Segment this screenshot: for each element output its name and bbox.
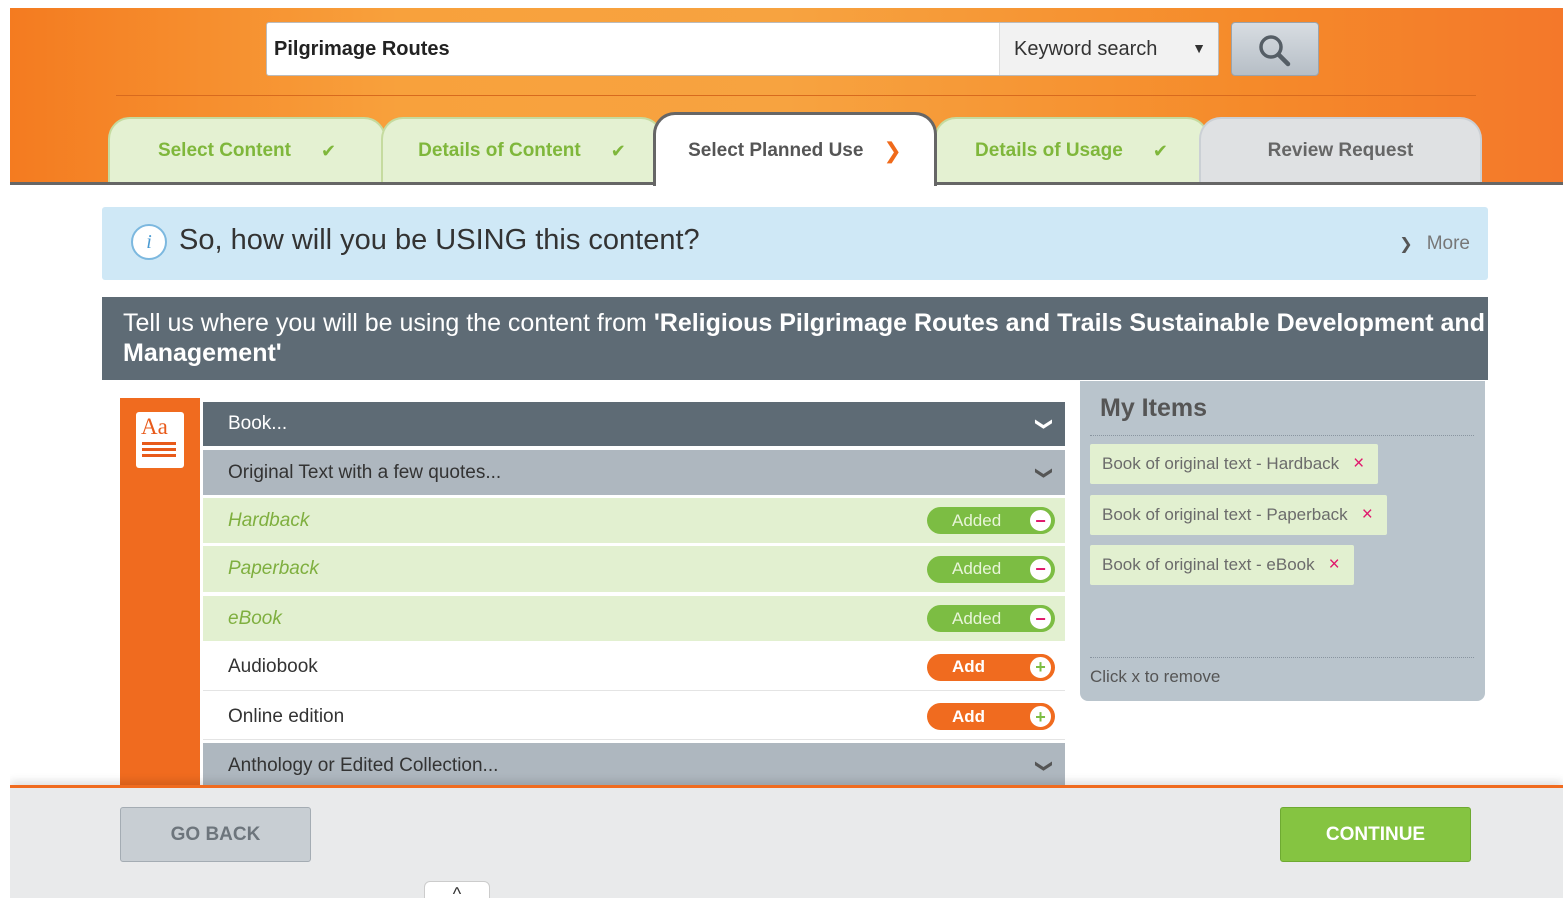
tab-select-planned-use[interactable]: Select Planned Use ❯ xyxy=(653,112,937,186)
scroll-top-button[interactable]: ^ xyxy=(424,881,490,898)
tab-label: Details of Usage xyxy=(975,140,1123,161)
list-item: Paperback Added − xyxy=(203,546,1065,592)
my-item-label: Book of original text - Hardback xyxy=(1102,454,1340,473)
list-item: eBook Added − xyxy=(203,596,1065,641)
tab-details-of-content[interactable]: Details of Content ✔ xyxy=(381,117,663,183)
section-prefix: Tell us where you will be using the cont… xyxy=(123,309,654,337)
category-label: Book... xyxy=(228,413,288,434)
plus-icon: + xyxy=(1027,703,1054,730)
remove-button[interactable]: Added − xyxy=(927,605,1055,632)
remove-hint: Click x to remove xyxy=(1090,667,1221,686)
my-item-chip: Book of original text - Hardback × xyxy=(1090,444,1379,484)
book-icon-letters: Aa xyxy=(141,414,168,439)
chevron-right-icon: ❯ xyxy=(883,137,902,163)
search-mode-select[interactable]: Keyword search ▼ xyxy=(999,23,1218,75)
category-label: Anthology or Edited Collection... xyxy=(228,755,499,776)
list-item: Audiobook Add + xyxy=(203,644,1065,691)
tab-select-content[interactable]: Select Content ✔ xyxy=(108,117,386,183)
remove-button[interactable]: Added − xyxy=(927,507,1055,534)
status-label: Added xyxy=(952,510,1002,530)
info-bar: i So, how will you be USING this content… xyxy=(102,207,1488,280)
minus-icon: − xyxy=(1027,605,1054,632)
my-item-chip: Book of original text - eBook × xyxy=(1090,545,1354,585)
divider xyxy=(1090,657,1474,658)
tab-label: Review Request xyxy=(1267,140,1414,161)
tab-review-request[interactable]: Review Request xyxy=(1199,117,1482,183)
search-input[interactable] xyxy=(267,23,999,75)
book-icon: Aa xyxy=(136,412,184,468)
more-toggle[interactable]: ❯ More xyxy=(1399,233,1470,255)
my-items-panel: My Items Book of original text - Hardbac… xyxy=(1080,381,1485,701)
list-item: Hardback Added − xyxy=(203,498,1065,543)
category-anthology[interactable]: Anthology or Edited Collection... ❯ xyxy=(203,743,1065,789)
chevron-down-icon: ❯ xyxy=(1034,758,1054,774)
page: Keyword search ▼ Select Content ✔ Detail… xyxy=(10,8,1563,898)
category-book[interactable]: Book... ❯ xyxy=(203,402,1065,446)
tab-label: Select Planned Use xyxy=(688,139,864,161)
go-back-button[interactable]: GO BACK xyxy=(120,807,311,862)
option-label: Hardback xyxy=(228,509,310,531)
search-icon xyxy=(1259,35,1291,67)
more-label: More xyxy=(1426,233,1470,254)
plus-icon: + xyxy=(1027,653,1054,681)
check-icon: ✔ xyxy=(610,140,626,161)
option-label: Audiobook xyxy=(228,656,318,677)
caret-down-icon: ▼ xyxy=(1192,40,1206,56)
option-label: Paperback xyxy=(228,558,319,579)
my-item-label: Book of original text - Paperback xyxy=(1102,505,1348,524)
section-header: Tell us where you will be using the cont… xyxy=(102,297,1488,380)
info-icon: i xyxy=(131,224,167,260)
close-icon[interactable]: × xyxy=(1353,453,1364,475)
subcategory-label: Original Text with a few quotes... xyxy=(228,461,502,483)
chevron-down-icon: ❯ xyxy=(1399,236,1413,253)
chevron-down-icon: ❯ xyxy=(1034,465,1054,480)
info-question: So, how will you be USING this content? xyxy=(179,224,700,256)
chevron-down-icon: ❯ xyxy=(1034,416,1054,432)
chevron-up-icon: ^ xyxy=(452,884,462,898)
status-label: Added xyxy=(952,559,1002,578)
divider xyxy=(1090,435,1474,436)
status-label: Add xyxy=(952,706,986,726)
status-label: Added xyxy=(952,608,1002,628)
tab-label: Select Content xyxy=(157,140,291,161)
my-item-label: Book of original text - eBook xyxy=(1102,555,1315,574)
tab-details-of-usage[interactable]: Details of Usage ✔ xyxy=(934,117,1209,183)
check-icon: ✔ xyxy=(320,140,337,161)
content-type-column: Aa xyxy=(120,398,200,798)
add-button[interactable]: Add + xyxy=(927,653,1055,681)
status-label: Add xyxy=(952,657,986,676)
option-label: Online edition xyxy=(228,705,345,727)
option-label: eBook xyxy=(228,607,282,629)
my-items-title: My Items xyxy=(1100,394,1207,422)
search-mode-label: Keyword search xyxy=(1014,37,1158,60)
minus-icon: − xyxy=(1027,507,1054,534)
my-item-chip: Book of original text - Paperback × xyxy=(1090,495,1387,535)
close-icon[interactable]: × xyxy=(1362,504,1373,526)
add-button[interactable]: Add + xyxy=(927,703,1055,730)
continue-button[interactable]: CONTINUE xyxy=(1280,807,1471,862)
close-icon[interactable]: × xyxy=(1329,554,1340,576)
footer-bar: GO BACK CONTINUE ^ xyxy=(10,785,1563,898)
search-button[interactable] xyxy=(1231,22,1319,76)
list-item: Online edition Add + xyxy=(203,694,1065,740)
minus-icon: − xyxy=(1027,555,1054,583)
subcategory-original-text[interactable]: Original Text with a few quotes... ❯ xyxy=(203,450,1065,495)
remove-button[interactable]: Added − xyxy=(927,555,1055,583)
check-icon: ✔ xyxy=(1152,140,1168,161)
search-box: Keyword search ▼ xyxy=(266,22,1219,76)
header-divider xyxy=(116,95,1476,96)
header: Keyword search ▼ Select Content ✔ Detail… xyxy=(10,8,1563,186)
tab-label: Details of Content xyxy=(418,140,581,161)
